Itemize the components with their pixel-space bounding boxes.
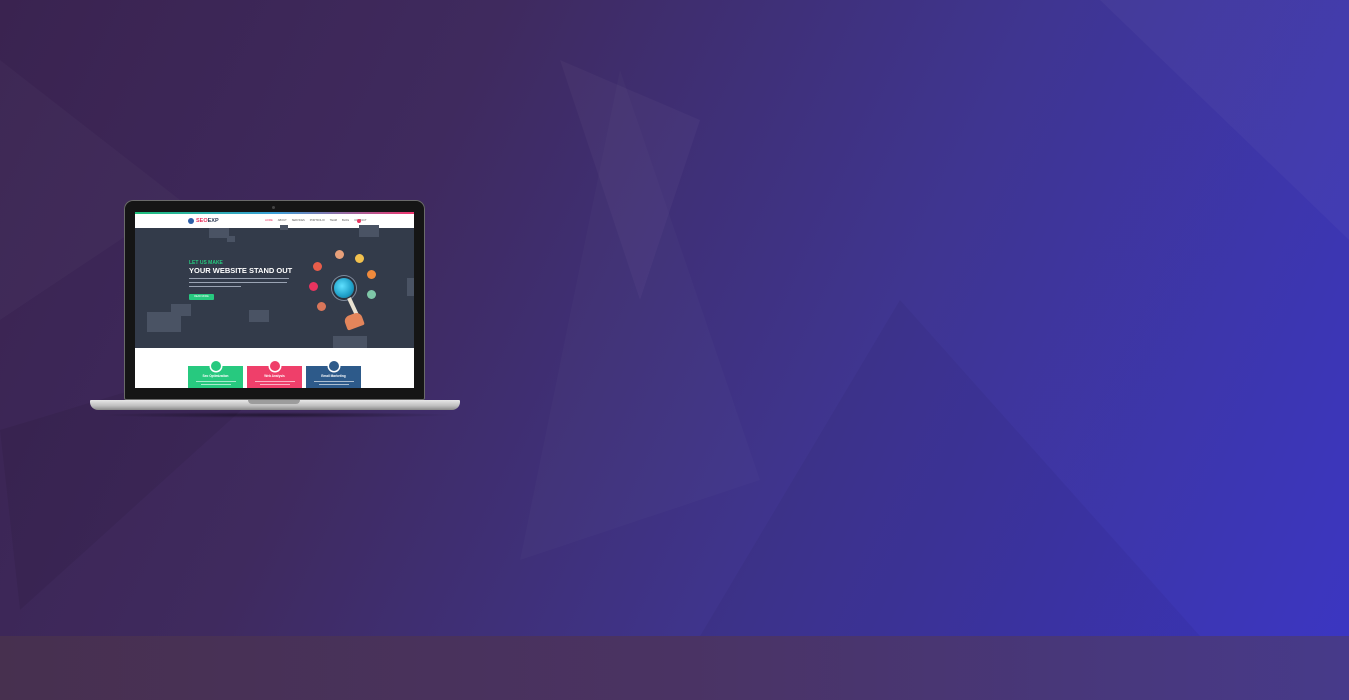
hero-decor: [249, 310, 269, 322]
menu-item-home[interactable]: HOME: [265, 219, 273, 223]
chart-icon: [355, 254, 364, 263]
service-card-title: Web Analysis: [264, 374, 285, 378]
hero-read-more-button[interactable]: READ MORE: [189, 294, 214, 300]
service-card-seo[interactable]: Seo Optimization: [188, 361, 243, 388]
service-card-line: [201, 384, 231, 385]
logo-seo: SEO: [196, 218, 208, 224]
user-icon: [367, 270, 376, 279]
menu-item-team[interactable]: TEAM: [330, 219, 337, 223]
hero-decor: [407, 278, 414, 296]
menu-item-services[interactable]: SERVICES: [292, 219, 305, 223]
site-logo[interactable]: SEOEXP: [196, 217, 219, 225]
site-hero: LET US MAKE YOUR WEBSITE STAND OUT READ …: [135, 225, 414, 348]
laptop-notch: [248, 400, 300, 404]
camera-icon: [272, 206, 275, 209]
hero-text-line: [189, 278, 289, 280]
rocket-icon: [211, 361, 221, 371]
hero-decor: [280, 225, 288, 230]
service-card-email[interactable]: Email Marketing: [306, 361, 361, 388]
target-icon: [335, 250, 344, 259]
email-icon: [329, 361, 339, 371]
laptop-shadow: [96, 412, 454, 418]
globe-icon: [334, 278, 354, 298]
service-card-line: [196, 381, 236, 382]
hero-text-line: [189, 282, 287, 284]
site-menu: HOME ABOUT SERVICES PORTFOLIO TEAM BLOG …: [265, 219, 367, 223]
footer-band: [0, 636, 1349, 700]
mail-icon: [313, 262, 322, 271]
laptop-lid: SEOEXP HOME ABOUT SERVICES PORTFOLIO TEA…: [124, 200, 425, 400]
hero-title: YOUR WEBSITE STAND OUT: [189, 266, 293, 275]
hero-decor: [359, 225, 379, 237]
service-card-line: [260, 384, 290, 385]
service-card-analysis[interactable]: Web Analysis: [247, 361, 302, 388]
people-icon: [367, 290, 376, 299]
service-card-line: [255, 381, 295, 382]
hero-text-line: [189, 286, 241, 288]
menu-item-blog[interactable]: BLOG: [342, 219, 349, 223]
hand-illustration: [343, 311, 365, 331]
service-card-title: Seo Optimization: [202, 374, 229, 378]
analytics-icon: [270, 361, 280, 371]
logo-exp: EXP: [207, 218, 219, 224]
hero-decor: [333, 336, 367, 348]
service-card-title: Email Marketing: [321, 374, 346, 378]
service-card-line: [319, 384, 349, 385]
laptop-screen: SEOEXP HOME ABOUT SERVICES PORTFOLIO TEA…: [135, 212, 414, 388]
hero-decor: [209, 228, 229, 238]
laptop-mockup: SEOEXP HOME ABOUT SERVICES PORTFOLIO TEA…: [90, 200, 460, 420]
hero-decor: [227, 236, 235, 242]
site-logo-icon: [188, 218, 194, 224]
menu-item-portfolio[interactable]: PORTFOLIO: [310, 219, 325, 223]
search-engine-icon: [309, 282, 318, 291]
search-icon[interactable]: [357, 219, 361, 223]
service-card-line: [314, 381, 354, 382]
hero-decor: [171, 304, 191, 316]
menu-item-about[interactable]: ABOUT: [278, 219, 287, 223]
award-icon: [317, 302, 326, 311]
